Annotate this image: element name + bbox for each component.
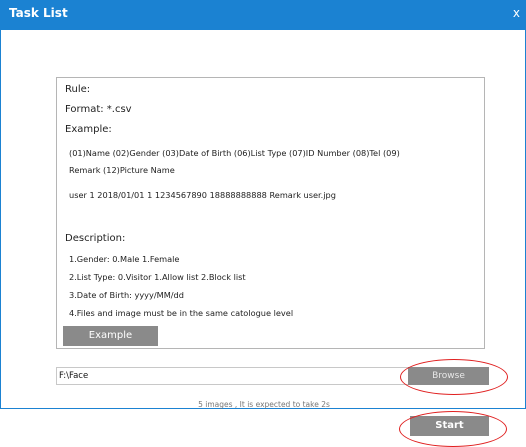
description-date-of-birth: 3.Date of Birth: yyyy/MM/dd	[69, 290, 184, 300]
description-heading: Description:	[65, 233, 126, 244]
example-heading: Example:	[65, 124, 112, 135]
window-title: Task List	[9, 6, 68, 20]
task-list-dialog: Rule: Format: *.csv Example: (01)Name (0…	[0, 30, 526, 447]
status-text: 5 images , It is expected to take 2s	[198, 400, 330, 409]
example-fields-line2: Remark (12)Picture Name	[69, 165, 175, 175]
example-row: user 1 2018/01/01 1 1234567890 188888888…	[69, 190, 336, 200]
title-bar: Task List x	[0, 0, 526, 30]
example-button[interactable]: Example	[63, 326, 158, 346]
close-icon[interactable]: x	[513, 6, 520, 20]
browse-button[interactable]: Browse	[408, 367, 489, 385]
description-list-type: 2.List Type: 0.Visitor 1.Allow list 2.Bl…	[69, 272, 246, 282]
description-gender: 1.Gender: 0.Male 1.Female	[69, 254, 180, 264]
description-files: 4.Files and image must be in the same ca…	[69, 308, 294, 318]
example-fields-line1: (01)Name (02)Gender (03)Date of Birth (0…	[69, 148, 400, 158]
start-button[interactable]: Start	[410, 416, 489, 436]
format-text: Format: *.csv	[65, 104, 132, 115]
rule-heading: Rule:	[65, 84, 91, 95]
rule-panel: Rule: Format: *.csv Example: (01)Name (0…	[56, 77, 485, 349]
